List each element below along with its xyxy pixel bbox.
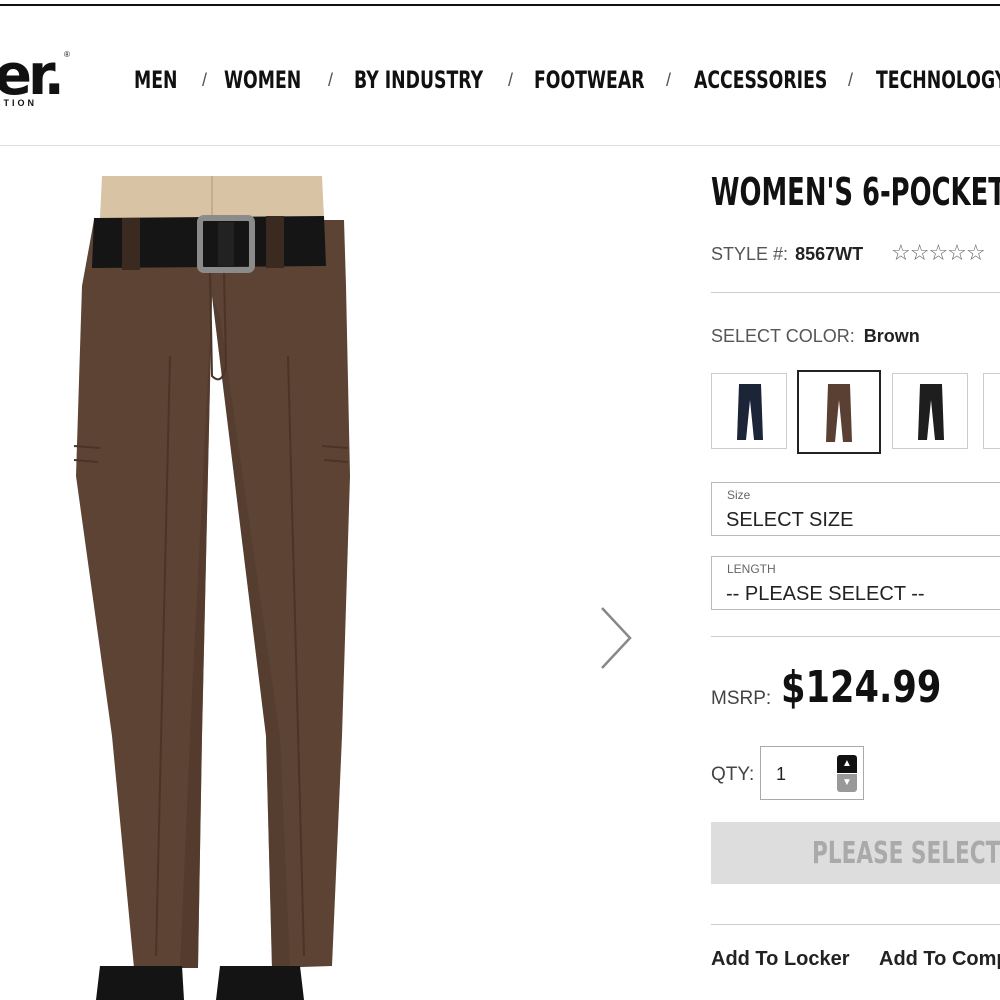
select-color-row: SELECT COLOR: Brown [711,326,920,347]
next-image-arrow[interactable] [596,604,636,672]
nav-item-technology[interactable]: TECHNOLOGY [876,66,1000,94]
nav-separator: / [666,69,672,90]
divider [711,924,1000,925]
product-title: WOMEN'S 6-POCKET [711,170,1000,214]
product-details: WOMEN'S 6-POCKET STYLE #: 8567WT ☆☆☆☆☆ S… [711,160,1000,1000]
nav-item-by-industry[interactable]: BY INDUSTRY [354,66,483,94]
nav-item-men[interactable]: MEN [134,66,177,94]
selected-color-name: Brown [863,326,920,346]
style-number: 8567WT [795,244,864,264]
qty-label: QTY: [711,764,755,785]
nav-separator: / [848,69,854,90]
nav-item-accessories[interactable]: ACCESSORIES [694,66,827,94]
chevron-right-icon [601,607,632,669]
pants-thumbnail-icon [737,384,763,440]
nav-separator: / [508,69,514,90]
length-value: -- PLEASE SELECT -- [726,583,925,605]
site-header: er. ® CTION MEN / WOMEN / BY INDUSTRY / … [0,6,1000,146]
color-swatch-brown[interactable] [797,370,881,454]
rating-stars-icon[interactable]: ☆☆☆☆☆ [891,240,986,266]
brand-logo[interactable]: er. ® CTION [0,46,74,116]
logo-text: er. [0,46,65,108]
registered-mark: ® [64,50,70,59]
product-price: $124.99 [781,662,942,713]
divider [711,292,1000,293]
style-number-row: STYLE #: 8567WT [711,244,863,265]
select-color-label: SELECT COLOR: [711,326,855,346]
cta-label: PLEASE SELECT [812,836,1000,871]
add-to-locker-link[interactable]: Add To Locker [711,948,850,971]
msrp-label: MSRP: [711,688,772,709]
color-swatch-more[interactable] [983,373,1000,449]
length-select[interactable]: LENGTH -- PLEASE SELECT -- [711,556,1000,610]
style-label: STYLE #: [711,244,789,264]
nav-separator: / [202,69,208,90]
pants-thumbnail-icon [918,384,944,440]
pants-thumbnail-icon [826,384,852,442]
color-swatch-navy[interactable] [711,373,787,449]
main-nav: MEN / WOMEN / BY INDUSTRY / FOOTWEAR / A… [134,60,1000,100]
decrease-qty-button[interactable]: ▼ [837,774,857,792]
increase-qty-button[interactable]: ▲ [837,755,857,773]
size-select[interactable]: Size SELECT SIZE [711,482,1000,536]
color-swatch-black[interactable] [892,373,968,449]
add-to-compare-link[interactable]: Add To Comp [879,948,1000,971]
divider [711,636,1000,637]
qty-value: 1 [776,764,787,784]
size-value: SELECT SIZE [726,509,854,531]
length-label: LENGTH [727,562,776,576]
product-image [60,176,360,1000]
nav-item-women[interactable]: WOMEN [224,66,301,94]
size-label: Size [727,488,751,502]
logo-subtext: CTION [0,98,37,108]
add-to-cart-button[interactable]: PLEASE SELECT [711,822,1000,884]
nav-separator: / [328,69,334,90]
quantity-stepper[interactable]: 1 ▲ ▼ [760,746,864,800]
nav-item-footwear[interactable]: FOOTWEAR [534,66,645,94]
